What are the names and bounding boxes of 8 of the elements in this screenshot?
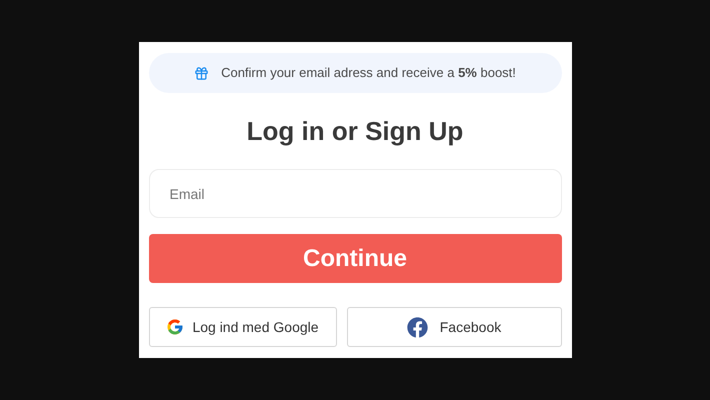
email-field[interactable]: Email [148,169,562,218]
google-login-button[interactable]: Log ind med Google [148,307,336,347]
google-logo-icon [166,318,184,336]
page-title: Log in or Sign Up [246,115,464,148]
promo-text: Confirm your email adress and receive a 5% boost! [221,64,516,82]
facebook-login-button[interactable]: Facebook [346,307,562,347]
gift-icon [194,66,210,80]
facebook-logo-icon [406,316,428,338]
